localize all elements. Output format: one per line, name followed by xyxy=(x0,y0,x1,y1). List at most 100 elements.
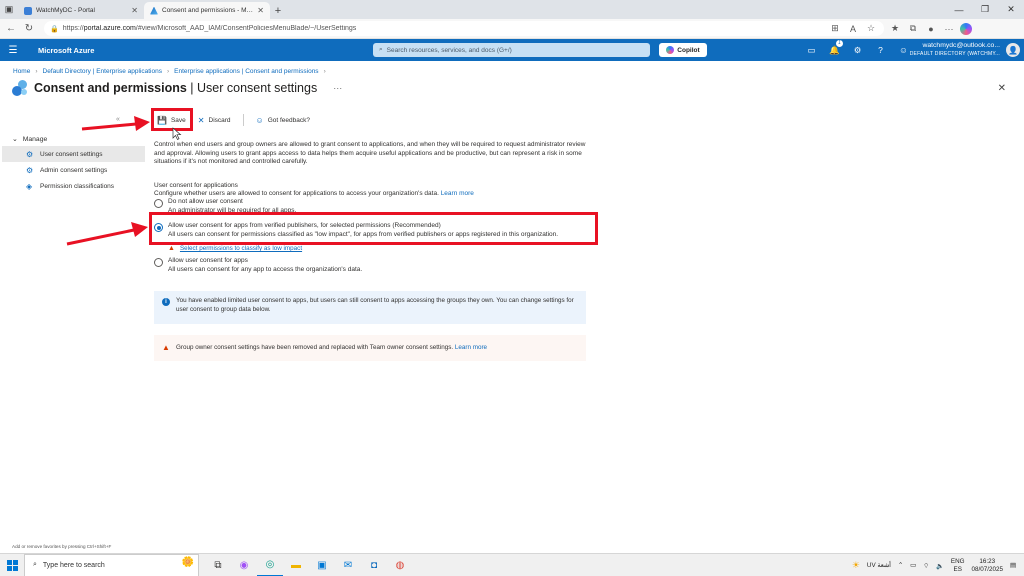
hamburger-menu-icon[interactable]: ☰ xyxy=(0,45,26,56)
avatar[interactable]: 👤 xyxy=(1006,43,1020,57)
close-blade-icon[interactable]: ✕ xyxy=(998,83,1006,94)
copilot-logo-icon xyxy=(666,46,675,54)
collections-icon[interactable]: ⧉ xyxy=(906,23,920,34)
azure-brand[interactable]: Microsoft Azure xyxy=(26,46,346,55)
refresh-icon[interactable]: ↻ xyxy=(22,23,36,34)
settings-gear-icon[interactable]: ⚙ xyxy=(846,45,869,56)
feedback-button[interactable]: ☺ Got feedback? xyxy=(256,116,310,125)
info-banner: i You have enabled limited user consent … xyxy=(154,291,586,324)
breadcrumb-home[interactable]: Home xyxy=(13,68,30,75)
gear-icon: ⚙ xyxy=(26,165,34,175)
store-icon[interactable]: ▣ xyxy=(309,554,335,576)
file-explorer-icon[interactable]: ▬ xyxy=(283,554,309,576)
breadcrumb: Home › Default Directory | Enterprise ap… xyxy=(13,68,326,75)
search-highlight-icon: 🌼 xyxy=(181,556,194,568)
weather-icon[interactable]: ☀ xyxy=(852,560,860,571)
browser-tab-consent[interactable]: Consent and permissions - Micro ✕ xyxy=(144,2,270,19)
help-icon[interactable]: ? xyxy=(869,45,892,55)
chevron-right-icon: › xyxy=(166,68,170,75)
sidebar-item-label: Permission classifications xyxy=(40,182,115,190)
description-text: Control when end users and group owners … xyxy=(154,141,586,165)
minimize-icon[interactable]: — xyxy=(946,0,972,19)
weather-text[interactable]: UV أشعة xyxy=(867,562,891,569)
learn-more-link[interactable]: Learn more xyxy=(441,190,474,197)
account-email: watchmydc@outlook.co... xyxy=(922,42,1000,49)
windows-start-button[interactable] xyxy=(0,554,24,576)
breadcrumb-consent-permissions[interactable]: Enterprise applications | Consent and pe… xyxy=(174,68,318,75)
search-icon: ⌕ xyxy=(33,561,37,568)
sidebar-section-label: Manage xyxy=(22,135,48,143)
maximize-icon[interactable]: ❐ xyxy=(972,0,998,19)
low-impact-row: ▲ Select permissions to classify as low … xyxy=(168,245,302,252)
profile-icon[interactable]: ● xyxy=(924,24,938,34)
chrome-icon[interactable]: ◍ xyxy=(387,554,413,576)
account-info[interactable]: watchmydc@outlook.co... DEFAULT DIRECTOR… xyxy=(910,42,1000,58)
azure-header-icons: ▭ 🔔 1 ⚙ ? ☺ xyxy=(800,39,915,61)
url-field[interactable]: 🔒 https://portal.azure.com/#view/Microso… xyxy=(44,21,884,36)
low-impact-link[interactable]: Select permissions to classify as low im… xyxy=(180,245,302,252)
copilot-button[interactable]: Copilot xyxy=(659,43,707,57)
favorite-star-icon[interactable]: ☆ xyxy=(864,23,878,34)
window-controls: — ❐ ✕ xyxy=(946,0,1024,19)
copilot-app-icon[interactable]: ◉ xyxy=(231,554,257,576)
wifi-icon[interactable]: ⌔ xyxy=(923,562,929,570)
language-indicator[interactable]: ENG ES xyxy=(951,558,965,574)
gear-icon: ⚙ xyxy=(26,149,34,159)
copilot-icon[interactable] xyxy=(960,22,972,35)
sidebar-item-permission-classifications[interactable]: ◈ Permission classifications xyxy=(2,178,145,194)
azure-search-input[interactable]: ⌕ Search resources, services, and docs (… xyxy=(373,43,650,57)
tab-actions-icon[interactable]: ▣ xyxy=(0,0,18,19)
lock-icon: 🔒 xyxy=(50,25,59,33)
radio-do-not-allow[interactable] xyxy=(154,199,163,208)
windows-taskbar: ⌕ Type here to search 🌼 ⧉ ◉ ◎ ▬ ▣ ✉ ◘ ◍ … xyxy=(0,553,1024,576)
option-title: Allow user consent for apps xyxy=(168,257,248,264)
warning-message: Group owner consent settings have been r… xyxy=(176,344,454,351)
task-view-icon[interactable]: ⧉ xyxy=(205,554,231,576)
volume-icon[interactable]: 🔈 xyxy=(936,562,944,570)
breadcrumb-enterprise-apps[interactable]: Default Directory | Enterprise applicati… xyxy=(43,68,162,75)
close-tab-icon[interactable]: ✕ xyxy=(131,6,138,15)
notifications-icon[interactable]: 🔔 1 xyxy=(823,39,846,56)
sidebar-section-manage[interactable]: ⌄ Manage xyxy=(2,132,145,146)
radio-allow-all[interactable] xyxy=(154,258,163,267)
sidebar-item-label: Admin consent settings xyxy=(40,166,108,174)
new-tab-button[interactable]: + xyxy=(270,2,286,19)
option-desc: All users can consent for any app to acc… xyxy=(168,265,363,273)
option-arrow-icon xyxy=(66,222,148,246)
search-placeholder: Search resources, services, and docs (G+… xyxy=(386,46,512,54)
option-allow-all[interactable]: Allow user consent for apps All users ca… xyxy=(154,257,362,274)
sidebar-item-admin-consent-settings[interactable]: ⚙ Admin consent settings xyxy=(2,162,145,178)
split-screen-icon[interactable]: ⊞ xyxy=(828,23,842,34)
more-icon[interactable]: ··· xyxy=(942,24,956,34)
notifications-center-icon[interactable]: ▤ xyxy=(1010,562,1016,569)
collapse-sidebar-icon[interactable]: « xyxy=(116,116,120,123)
favorites-icon[interactable]: ★ xyxy=(888,23,902,34)
discard-button[interactable]: ✕ Discard xyxy=(198,116,231,125)
sidebar-item-label: User consent settings xyxy=(40,150,103,158)
consent-app-icon xyxy=(12,80,28,96)
chevron-right-icon: › xyxy=(323,68,326,75)
network-icon[interactable]: ▭ xyxy=(910,562,916,569)
tab-title: Consent and permissions - Micro xyxy=(162,7,254,14)
edge-app-icon[interactable]: ◎ xyxy=(257,554,283,576)
section-title: User consent for applications xyxy=(154,181,238,189)
favorites-hint: Add or remove favorites by pressing Ctrl… xyxy=(12,544,112,549)
warning-learn-more-link[interactable]: Learn more xyxy=(455,344,487,351)
search-icon: ⌕ xyxy=(379,46,383,53)
read-aloud-icon[interactable]: A xyxy=(846,24,860,34)
cloud-shell-icon[interactable]: ▭ xyxy=(800,45,823,56)
more-options-icon[interactable]: ··· xyxy=(333,83,342,93)
page-title: Consent and permissions | User consent s… xyxy=(34,81,318,95)
sidebar-item-user-consent-settings[interactable]: ⚙ User consent settings xyxy=(2,146,145,162)
close-tab-icon[interactable]: ✕ xyxy=(257,6,264,15)
discard-label: Discard xyxy=(208,116,231,124)
taskbar-search-input[interactable]: ⌕ Type here to search 🌼 xyxy=(24,553,199,576)
chevron-up-icon[interactable]: ⌃ xyxy=(898,562,903,569)
outlook-icon[interactable]: ◘ xyxy=(361,554,387,576)
azure-favicon-icon xyxy=(150,6,158,15)
close-window-icon[interactable]: ✕ xyxy=(998,0,1024,19)
back-icon[interactable]: ← xyxy=(4,23,18,34)
mail-icon[interactable]: ✉ xyxy=(335,554,361,576)
browser-tab-watchmydc[interactable]: WatchMyDC - Portal ✕ xyxy=(18,2,144,19)
clock[interactable]: 16:23 08/07/2025 xyxy=(972,558,1004,574)
